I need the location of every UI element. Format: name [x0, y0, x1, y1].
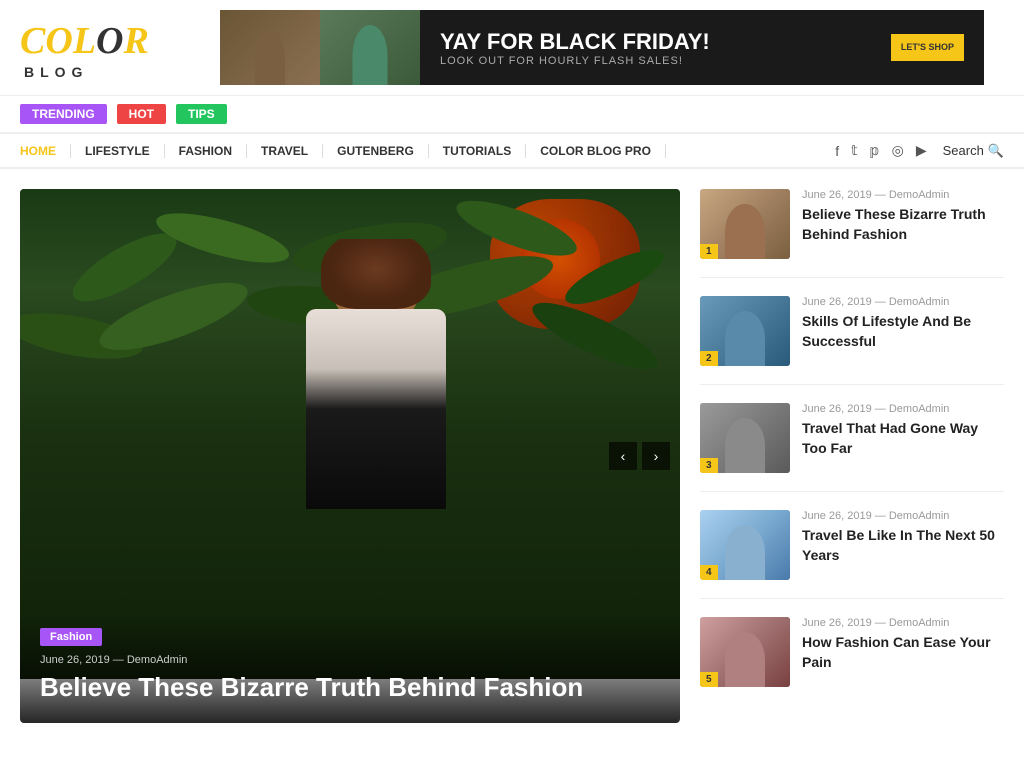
tag-tips[interactable]: TIPS — [176, 104, 227, 124]
sidebar-thumb-4: 4 — [700, 510, 790, 580]
banner-main-text: YAY FOR BLACK FRIDAY! — [440, 29, 710, 55]
sidebar-author-3: DemoAdmin — [889, 403, 950, 415]
sidebar-thumb-3: 3 — [700, 403, 790, 473]
sidebar-info-5: June 26, 2019 — DemoAdmin How Fashion Ca… — [802, 617, 1004, 672]
tag-navigation: TRENDING HOT TIPS — [0, 96, 1024, 132]
facebook-icon[interactable]: f — [835, 143, 839, 159]
sidebar-date-2: June 26, 2019 — [802, 296, 872, 308]
sidebar-meta-2: June 26, 2019 — DemoAdmin — [802, 296, 1004, 308]
main-navigation: HOME LIFESTYLE FASHION TRAVEL GUTENBERG … — [0, 132, 1024, 169]
sidebar-date-5: June 26, 2019 — [802, 617, 872, 629]
nav-fashion[interactable]: FASHION — [165, 144, 247, 158]
thumb-num-1: 1 — [700, 244, 718, 259]
sidebar-item: 5 June 26, 2019 — DemoAdmin How Fashion … — [700, 617, 1004, 705]
nav-tutorials[interactable]: TUTORIALS — [429, 144, 526, 158]
sidebar-author-4: DemoAdmin — [889, 510, 950, 522]
featured-category-tag[interactable]: Fashion — [40, 628, 102, 646]
featured-meta: June 26, 2019 — DemoAdmin — [40, 654, 660, 666]
logo[interactable]: COLOR BLOG — [20, 16, 200, 80]
sidebar-item: 1 June 26, 2019 — DemoAdmin Believe Thes… — [700, 189, 1004, 278]
youtube-icon[interactable]: ▶ — [916, 142, 927, 159]
social-links: f 𝕥 𝕡 ◎ ▶ — [835, 142, 926, 159]
sidebar-date-3: June 26, 2019 — [802, 403, 872, 415]
sidebar-info-1: June 26, 2019 — DemoAdmin Believe These … — [802, 189, 1004, 244]
featured-article[interactable]: ‹ › Fashion June 26, 2019 — DemoAdmin Be… — [20, 189, 680, 723]
sidebar-author-2: DemoAdmin — [889, 296, 950, 308]
sidebar-info-4: June 26, 2019 — DemoAdmin Travel Be Like… — [802, 510, 1004, 565]
sidebar-item: 3 June 26, 2019 — DemoAdmin Travel That … — [700, 403, 1004, 492]
thumb-num-4: 4 — [700, 565, 718, 580]
instagram-icon[interactable]: ◎ — [892, 142, 904, 159]
sidebar-author-1: DemoAdmin — [889, 189, 950, 201]
header: COLOR BLOG YAY FOR BLACK FRIDAY! LOOK OU… — [0, 0, 1024, 96]
tag-hot[interactable]: HOT — [117, 104, 166, 124]
sidebar-title-4[interactable]: Travel Be Like In The Next 50 Years — [802, 526, 1004, 565]
nav-lifestyle[interactable]: LIFESTYLE — [71, 144, 165, 158]
banner-ad-text: YAY FOR BLACK FRIDAY! LOOK OUT FOR HOURL… — [440, 29, 710, 67]
search-button[interactable]: Search 🔍 — [943, 143, 1004, 159]
featured-date: June 26, 2019 — [40, 654, 110, 666]
sidebar-meta-5: June 26, 2019 — DemoAdmin — [802, 617, 1004, 629]
featured-prev-button[interactable]: ‹ — [609, 442, 637, 470]
nav-gutenberg[interactable]: GUTENBERG — [323, 144, 429, 158]
sidebar-title-3[interactable]: Travel That Had Gone Way Too Far — [802, 419, 1004, 458]
banner-ad: YAY FOR BLACK FRIDAY! LOOK OUT FOR HOURL… — [420, 10, 984, 85]
featured-title: Believe These Bizarre Truth Behind Fashi… — [40, 672, 660, 703]
sidebar-info-2: June 26, 2019 — DemoAdmin Skills Of Life… — [802, 296, 1004, 351]
sidebar-title-5[interactable]: How Fashion Can Ease Your Pain — [802, 633, 1004, 672]
sidebar-thumb-5: 5 — [700, 617, 790, 687]
sidebar-thumb-1: 1 — [700, 189, 790, 259]
thumb-num-3: 3 — [700, 458, 718, 473]
nav-home[interactable]: HOME — [20, 144, 71, 158]
sidebar-author-5: DemoAdmin — [889, 617, 950, 629]
sidebar-meta-1: June 26, 2019 — DemoAdmin — [802, 189, 1004, 201]
sidebar-date-1: June 26, 2019 — [802, 189, 872, 201]
pinterest-icon[interactable]: 𝕡 — [870, 142, 880, 159]
sidebar-info-3: June 26, 2019 — DemoAdmin Travel That Ha… — [802, 403, 1004, 458]
search-label: Search — [943, 143, 984, 158]
sidebar: 1 June 26, 2019 — DemoAdmin Believe Thes… — [700, 189, 1004, 723]
sidebar-meta-4: June 26, 2019 — DemoAdmin — [802, 510, 1004, 522]
sidebar-meta-3: June 26, 2019 — DemoAdmin — [802, 403, 1004, 415]
main-content: ‹ › Fashion June 26, 2019 — DemoAdmin Be… — [0, 169, 1024, 743]
thumb-num-2: 2 — [700, 351, 718, 366]
sidebar-title-2[interactable]: Skills Of Lifestyle And Be Successful — [802, 312, 1004, 351]
nav-travel[interactable]: TRAVEL — [247, 144, 323, 158]
banner-sub-text: LOOK OUT FOR HOURLY FLASH SALES! — [440, 55, 710, 67]
sidebar-item: 2 June 26, 2019 — DemoAdmin Skills Of Li… — [700, 296, 1004, 385]
sidebar-item: 4 June 26, 2019 — DemoAdmin Travel Be Li… — [700, 510, 1004, 599]
search-icon: 🔍 — [988, 143, 1004, 159]
sidebar-date-4: June 26, 2019 — [802, 510, 872, 522]
header-banner: YAY FOR BLACK FRIDAY! LOOK OUT FOR HOURL… — [220, 10, 984, 85]
featured-info: Fashion June 26, 2019 — DemoAdmin Believ… — [20, 612, 680, 723]
featured-author: DemoAdmin — [127, 654, 188, 666]
thumb-num-5: 5 — [700, 672, 718, 687]
featured-next-button[interactable]: › — [642, 442, 670, 470]
banner-cta-button[interactable]: LET'S SHOP — [891, 34, 964, 62]
featured-separator: — — [113, 654, 127, 666]
sidebar-thumb-2: 2 — [700, 296, 790, 366]
logo-blog-text: BLOG — [24, 64, 200, 80]
nav-color-blog-pro[interactable]: COLOR BLOG PRO — [526, 144, 666, 158]
featured-navigation: ‹ › — [609, 442, 670, 470]
twitter-icon[interactable]: 𝕥 — [851, 142, 858, 159]
featured-image — [20, 189, 680, 679]
tag-trending[interactable]: TRENDING — [20, 104, 107, 124]
sidebar-title-1[interactable]: Believe These Bizarre Truth Behind Fashi… — [802, 205, 1004, 244]
banner-photos — [220, 10, 420, 85]
